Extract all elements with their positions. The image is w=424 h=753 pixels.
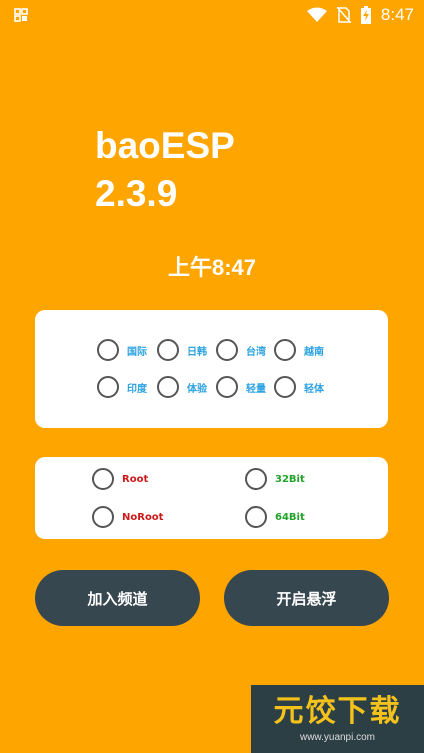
radio-circle[interactable] — [97, 376, 119, 398]
radio-circle[interactable] — [97, 339, 119, 361]
watermark-logo: 元饺下载 — [273, 694, 402, 729]
app-version: 2.3.9 — [95, 173, 178, 214]
radio-label: 日韩 — [187, 346, 207, 358]
radio-label: 越南 — [304, 346, 324, 358]
status-right: 8:47 — [306, 5, 414, 25]
radio-label: NoRoot — [122, 511, 164, 523]
radio-region-intl[interactable]: 国际 — [97, 339, 147, 361]
radio-label: 轻量 — [246, 383, 266, 395]
radio-region-light[interactable]: 轻体 — [274, 376, 324, 398]
watermark: 元饺下载 www.yuanpi.com — [251, 685, 424, 753]
radio-label: 印度 — [127, 383, 147, 395]
radio-region-vn[interactable]: 越南 — [274, 339, 324, 361]
wifi-icon — [306, 7, 327, 22]
watermark-url: www.yuanpi.com — [299, 732, 376, 743]
radio-circle[interactable] — [245, 468, 267, 490]
status-time: 8:47 — [380, 5, 414, 24]
radio-circle[interactable] — [274, 339, 296, 361]
clock-display: 上午8:47 — [167, 255, 257, 280]
radio-circle[interactable] — [245, 506, 267, 528]
radio-label: 台湾 — [246, 346, 266, 358]
radio-region-in[interactable]: 印度 — [97, 376, 147, 398]
battery-charging-icon — [360, 6, 371, 24]
radio-region-trial[interactable]: 体验 — [157, 376, 207, 398]
radio-64bit[interactable]: 64Bit — [245, 506, 305, 528]
radio-circle[interactable] — [157, 339, 179, 361]
radio-region-jpkr[interactable]: 日韩 — [157, 339, 207, 361]
radio-label: 轻体 — [304, 383, 324, 395]
no-sim-icon — [336, 7, 351, 23]
radio-circle[interactable] — [216, 376, 238, 398]
radio-label: 64Bit — [275, 511, 305, 523]
join-channel-button[interactable]: 加入频道 — [35, 570, 200, 626]
region-card: 国际 日韩 台湾 越南 印度 体验 轻量 轻体 — [35, 310, 388, 428]
radio-label: 32Bit — [275, 473, 305, 485]
open-float-button[interactable]: 开启悬浮 — [224, 570, 389, 626]
radio-circle[interactable] — [157, 376, 179, 398]
app-title: baoESP 2.3.9 — [95, 122, 235, 218]
radio-root[interactable]: Root — [92, 468, 148, 490]
radio-label: 国际 — [127, 346, 147, 358]
status-bar: 8:47 — [0, 0, 424, 30]
radio-label: Root — [122, 473, 149, 485]
radio-label: 体验 — [187, 383, 207, 395]
radio-noroot[interactable]: NoRoot — [92, 506, 163, 528]
radio-region-tw[interactable]: 台湾 — [216, 339, 266, 361]
gallery-icon — [14, 8, 28, 22]
app-name: baoESP — [95, 125, 235, 166]
radio-circle[interactable] — [92, 506, 114, 528]
radio-circle[interactable] — [216, 339, 238, 361]
radio-region-lite[interactable]: 轻量 — [216, 376, 266, 398]
radio-32bit[interactable]: 32Bit — [245, 468, 305, 490]
radio-circle[interactable] — [274, 376, 296, 398]
mode-card: Root 32Bit NoRoot 64Bit — [35, 457, 388, 539]
radio-circle[interactable] — [92, 468, 114, 490]
